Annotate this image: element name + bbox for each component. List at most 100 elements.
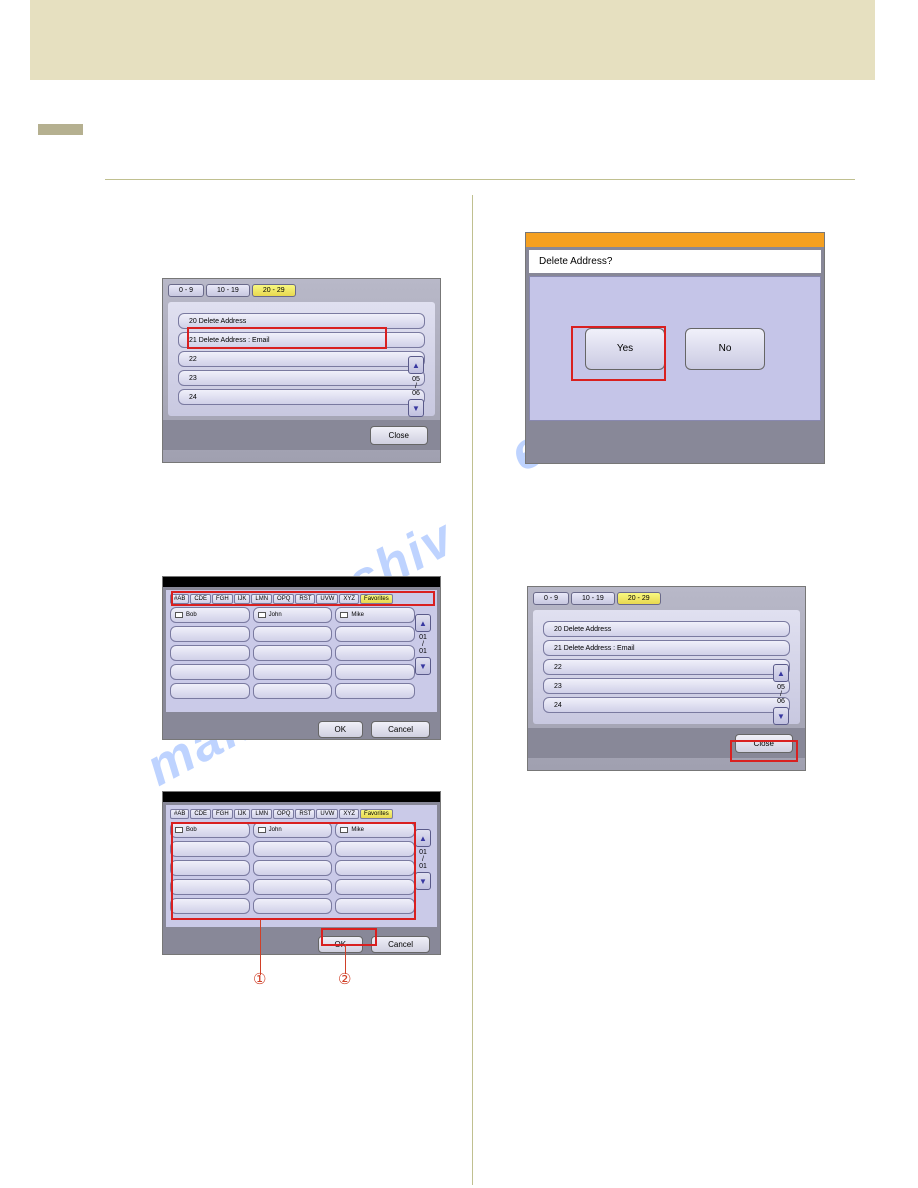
alpha-tab[interactable]: LMN bbox=[251, 809, 272, 819]
alpha-tab[interactable]: #AB bbox=[170, 594, 189, 604]
favorites-tab[interactable]: Favorites bbox=[360, 594, 393, 604]
contact-cell[interactable]: Mike bbox=[335, 822, 415, 838]
list-item[interactable]: 21 Delete Address : Email bbox=[543, 640, 790, 656]
alpha-tab[interactable]: #AB bbox=[170, 809, 189, 819]
contact-cell[interactable] bbox=[253, 879, 333, 895]
contact-cell[interactable] bbox=[253, 626, 333, 642]
alpha-tab[interactable]: CDE bbox=[190, 594, 211, 604]
alpha-tab[interactable]: LMN bbox=[251, 594, 272, 604]
alpha-tab[interactable]: RST bbox=[295, 594, 315, 604]
contact-cell[interactable] bbox=[335, 860, 415, 876]
contact-cell[interactable] bbox=[253, 645, 333, 661]
tab-0-9[interactable]: 0 - 9 bbox=[168, 284, 204, 297]
list-item[interactable]: 21 Delete Address : Email bbox=[178, 332, 425, 348]
page-counter: 05/06 bbox=[412, 376, 420, 397]
alpha-tab[interactable]: IJK bbox=[234, 594, 251, 604]
alpha-tab[interactable]: UVW bbox=[316, 594, 338, 604]
mail-icon bbox=[340, 827, 348, 833]
alpha-tab[interactable]: FGH bbox=[212, 809, 233, 819]
contact-cell[interactable] bbox=[253, 860, 333, 876]
divider-vertical bbox=[472, 195, 473, 1185]
favorites-panel: #AB CDE FGH IJK LMN OPQ RST UVW XYZ Favo… bbox=[162, 576, 441, 740]
scroll-down-icon[interactable]: ▼ bbox=[408, 399, 424, 417]
contact-cell[interactable] bbox=[335, 683, 415, 699]
tab-20-29[interactable]: 20 - 29 bbox=[617, 592, 661, 605]
contact-cell[interactable] bbox=[335, 879, 415, 895]
address-list-panel-2: 0 - 9 10 - 19 20 - 29 20 Delete Address … bbox=[527, 586, 806, 771]
alpha-tab[interactable]: IJK bbox=[234, 809, 251, 819]
scroll-down-icon[interactable]: ▼ bbox=[415, 872, 431, 890]
page-counter: 05/06 bbox=[777, 684, 785, 705]
contact-cell[interactable] bbox=[170, 683, 250, 699]
scroll-up-icon[interactable]: ▲ bbox=[773, 664, 789, 682]
page-counter: 01/01 bbox=[419, 634, 427, 655]
contact-cell[interactable] bbox=[253, 683, 333, 699]
favorites-tab[interactable]: Favorites bbox=[360, 809, 393, 819]
alpha-tab[interactable]: OPQ bbox=[273, 809, 294, 819]
ok-button[interactable]: OK bbox=[318, 936, 364, 953]
mail-icon bbox=[175, 612, 183, 618]
close-button[interactable]: Close bbox=[370, 426, 428, 445]
alpha-tab[interactable]: FGH bbox=[212, 594, 233, 604]
alpha-tab[interactable]: OPQ bbox=[273, 594, 294, 604]
contact-cell[interactable] bbox=[335, 841, 415, 857]
cancel-button[interactable]: Cancel bbox=[371, 936, 430, 953]
no-button[interactable]: No bbox=[685, 328, 765, 370]
contact-cell[interactable] bbox=[170, 879, 250, 895]
contact-cell[interactable] bbox=[253, 664, 333, 680]
alpha-tab[interactable]: XYZ bbox=[339, 594, 359, 604]
contact-cell[interactable] bbox=[170, 664, 250, 680]
contact-cell[interactable] bbox=[335, 626, 415, 642]
list-item[interactable]: 20 Delete Address bbox=[543, 621, 790, 637]
contact-cell[interactable]: Mike bbox=[335, 607, 415, 623]
alpha-tab[interactable]: RST bbox=[295, 809, 315, 819]
address-list-panel: 0 - 9 10 - 19 20 - 29 20 Delete Address … bbox=[162, 278, 441, 463]
mail-icon bbox=[258, 612, 266, 618]
list-item[interactable]: 22 bbox=[543, 659, 790, 675]
tab-0-9[interactable]: 0 - 9 bbox=[533, 592, 569, 605]
mail-icon bbox=[340, 612, 348, 618]
contact-cell[interactable]: John bbox=[253, 607, 333, 623]
callout-2: ② bbox=[338, 970, 351, 988]
scroll-up-icon[interactable]: ▲ bbox=[415, 829, 431, 847]
alpha-tab[interactable]: UVW bbox=[316, 809, 338, 819]
contact-cell[interactable] bbox=[170, 626, 250, 642]
header-band bbox=[30, 0, 875, 80]
list-item[interactable]: 22 bbox=[178, 351, 425, 367]
tab-10-19[interactable]: 10 - 19 bbox=[206, 284, 250, 297]
scroll-down-icon[interactable]: ▼ bbox=[773, 707, 789, 725]
yes-button[interactable]: Yes bbox=[585, 328, 665, 370]
scroll-down-icon[interactable]: ▼ bbox=[415, 657, 431, 675]
close-button[interactable]: Close bbox=[735, 734, 793, 753]
contact-cell[interactable] bbox=[253, 898, 333, 914]
contact-cell[interactable]: Bob bbox=[170, 822, 250, 838]
contact-cell[interactable] bbox=[170, 841, 250, 857]
alpha-tab[interactable]: XYZ bbox=[339, 809, 359, 819]
tab-10-19[interactable]: 10 - 19 bbox=[571, 592, 615, 605]
ok-button[interactable]: OK bbox=[318, 721, 364, 738]
cancel-button[interactable]: Cancel bbox=[371, 721, 430, 738]
alpha-tab[interactable]: CDE bbox=[190, 809, 211, 819]
list-item[interactable]: 24 bbox=[543, 697, 790, 713]
list-item[interactable]: 20 Delete Address bbox=[178, 313, 425, 329]
list-item[interactable]: 23 bbox=[178, 370, 425, 386]
scroll-up-icon[interactable]: ▲ bbox=[408, 356, 424, 374]
list-item[interactable]: 24 bbox=[178, 389, 425, 405]
side-tab bbox=[38, 124, 83, 135]
contact-cell[interactable] bbox=[170, 645, 250, 661]
list-item[interactable]: 23 bbox=[543, 678, 790, 694]
contact-cell[interactable]: John bbox=[253, 822, 333, 838]
tab-20-29[interactable]: 20 - 29 bbox=[252, 284, 296, 297]
page-counter: 01/01 bbox=[419, 849, 427, 870]
contact-cell[interactable]: Bob bbox=[170, 607, 250, 623]
contact-cell[interactable] bbox=[335, 645, 415, 661]
dialog-header bbox=[526, 233, 824, 247]
contact-cell[interactable] bbox=[253, 841, 333, 857]
contact-cell[interactable] bbox=[170, 860, 250, 876]
contact-cell[interactable] bbox=[335, 898, 415, 914]
contact-cell[interactable] bbox=[170, 898, 250, 914]
contact-cell[interactable] bbox=[335, 664, 415, 680]
callout-1: ① bbox=[253, 970, 266, 988]
mail-icon bbox=[175, 827, 183, 833]
scroll-up-icon[interactable]: ▲ bbox=[415, 614, 431, 632]
